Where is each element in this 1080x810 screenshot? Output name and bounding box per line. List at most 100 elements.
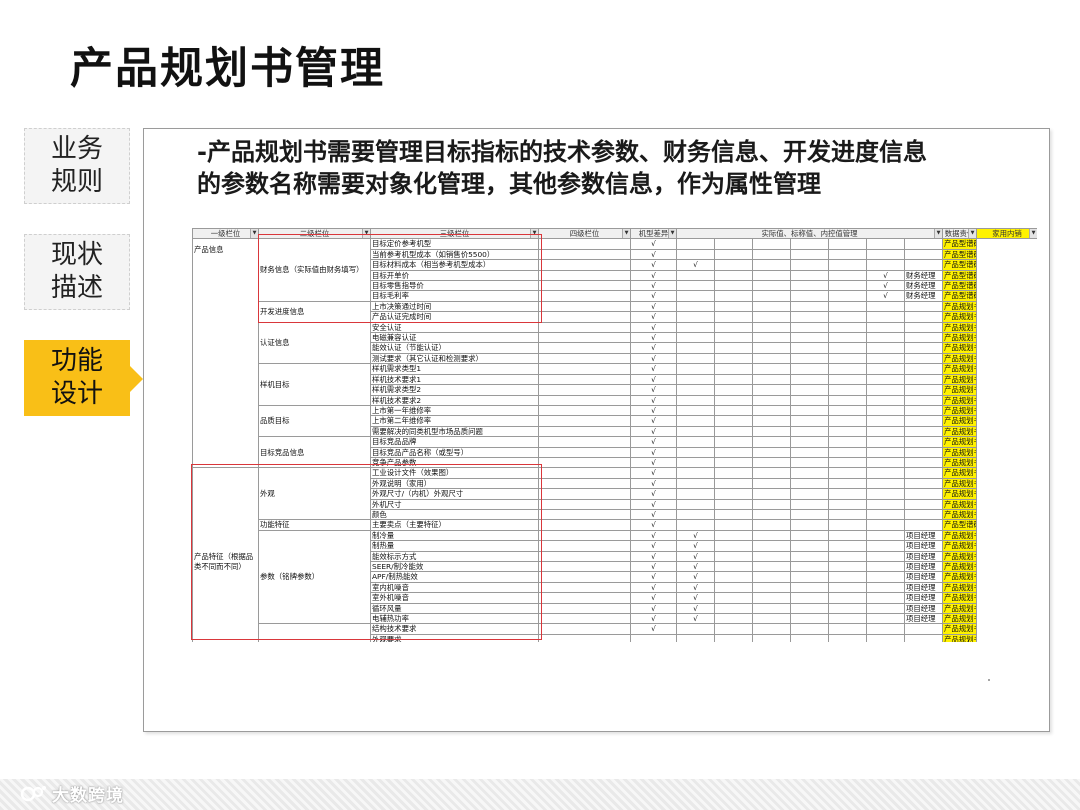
level4-cell[interactable] xyxy=(538,280,631,292)
domestic-sales-cell[interactable]: 产品规划书 xyxy=(942,415,977,427)
data-owner-cell[interactable] xyxy=(904,415,943,427)
domestic-sales-cell[interactable]: 产品规划书 xyxy=(942,404,977,417)
data-owner-cell[interactable] xyxy=(904,259,943,271)
level2-cell[interactable]: 财务信息（实际值由财务填写） xyxy=(258,238,371,302)
value-cell[interactable] xyxy=(866,571,905,583)
value-cell[interactable] xyxy=(714,446,753,458)
value-cell[interactable] xyxy=(752,248,791,261)
value-cell[interactable] xyxy=(828,311,867,323)
value-cell[interactable] xyxy=(828,269,867,282)
filter-dropdown-icon[interactable]: ▼ xyxy=(250,229,258,238)
data-owner-cell[interactable] xyxy=(904,436,943,448)
value-cell[interactable] xyxy=(828,446,867,458)
value-cell[interactable] xyxy=(714,488,753,500)
model-diff-cell[interactable]: √ xyxy=(630,436,677,448)
value-cell[interactable] xyxy=(866,300,905,313)
model-diff-cell[interactable]: √ xyxy=(630,467,677,479)
value-cell[interactable] xyxy=(752,269,791,282)
model-diff-cell[interactable]: √ xyxy=(630,613,677,625)
model-diff-cell[interactable]: √ xyxy=(630,384,677,396)
value-cell[interactable] xyxy=(828,300,867,313)
value-cell[interactable] xyxy=(866,363,905,375)
value-cell[interactable] xyxy=(828,613,867,625)
value-cell[interactable] xyxy=(752,436,791,448)
value-cell[interactable] xyxy=(866,592,905,604)
level3-cell[interactable]: 样机技术要求2 xyxy=(370,394,539,406)
value-cell[interactable] xyxy=(866,581,905,594)
level3-cell[interactable]: 能效标示方式 xyxy=(370,550,539,563)
domestic-sales-cell[interactable]: 产品规划书 xyxy=(942,384,977,396)
level3-cell[interactable]: 目标竞品产品名称（或型号） xyxy=(370,446,539,458)
value-cell[interactable] xyxy=(866,560,905,573)
value-cell[interactable] xyxy=(752,613,791,625)
value-cell[interactable] xyxy=(866,623,905,635)
data-owner-cell[interactable] xyxy=(904,342,943,354)
value-cell[interactable] xyxy=(676,321,715,334)
value-cell[interactable] xyxy=(676,363,715,375)
filter-dropdown-icon[interactable]: ▼ xyxy=(530,229,538,238)
level4-cell[interactable] xyxy=(538,394,631,406)
side-tab-current-status[interactable]: 现状 描述 xyxy=(24,234,130,310)
level3-cell[interactable]: 测试要求（其它认证和检测要求） xyxy=(370,352,539,365)
value-cell[interactable] xyxy=(866,519,905,531)
value-cell[interactable] xyxy=(790,404,829,417)
domestic-sales-cell[interactable]: 产品规划书 xyxy=(942,623,977,635)
level4-cell[interactable] xyxy=(538,269,631,282)
domestic-sales-cell[interactable]: 产品规划书 xyxy=(942,300,977,313)
value-cell[interactable] xyxy=(866,404,905,417)
value-cell[interactable] xyxy=(676,373,715,386)
value-cell[interactable] xyxy=(752,311,791,323)
domestic-sales-cell[interactable]: 产品规划书 xyxy=(942,332,977,344)
value-cell[interactable] xyxy=(714,477,753,490)
value-cell[interactable] xyxy=(752,529,791,542)
level1-cell[interactable]: 产品信息 xyxy=(192,238,259,469)
data-owner-cell[interactable]: 项目经理 xyxy=(904,581,943,594)
filter-dropdown-icon[interactable]: ▼ xyxy=(622,229,630,238)
data-owner-cell[interactable] xyxy=(904,519,943,531)
value-cell[interactable] xyxy=(714,238,753,250)
level3-cell[interactable]: 样机技术要求1 xyxy=(370,373,539,386)
value-cell[interactable] xyxy=(866,467,905,479)
value-cell[interactable] xyxy=(828,259,867,271)
value-cell[interactable] xyxy=(676,488,715,500)
value-cell[interactable] xyxy=(790,269,829,282)
level4-cell[interactable] xyxy=(538,540,631,552)
data-owner-cell[interactable] xyxy=(904,456,943,469)
level4-cell[interactable] xyxy=(538,602,631,615)
level3-cell[interactable]: 工业设计文件（效果图） xyxy=(370,467,539,479)
value-cell[interactable] xyxy=(790,321,829,334)
data-owner-cell[interactable] xyxy=(904,384,943,396)
value-cell[interactable] xyxy=(714,436,753,448)
value-cell[interactable] xyxy=(828,342,867,354)
value-cell[interactable] xyxy=(790,394,829,406)
level3-cell[interactable]: SEER/制冷能效 xyxy=(370,560,539,573)
value-cell[interactable] xyxy=(828,529,867,542)
value-cell[interactable] xyxy=(714,550,753,563)
value-cell[interactable] xyxy=(790,446,829,458)
level2-cell[interactable]: 开发进度信息 xyxy=(258,300,371,323)
level4-cell[interactable] xyxy=(538,456,631,469)
domestic-sales-cell[interactable]: 产品规划书 xyxy=(942,581,977,594)
level4-cell[interactable] xyxy=(538,519,631,531)
header-level1[interactable]: 一级栏位 ▼ xyxy=(192,228,259,240)
domestic-sales-cell[interactable]: 产品规划书 xyxy=(942,633,977,642)
value-cell[interactable] xyxy=(866,321,905,334)
value-cell[interactable] xyxy=(752,623,791,635)
model-diff-cell[interactable]: √ xyxy=(630,456,677,469)
data-owner-cell[interactable]: 项目经理 xyxy=(904,540,943,552)
value-cell[interactable] xyxy=(828,623,867,635)
value-cell[interactable] xyxy=(676,623,715,635)
level3-cell[interactable]: 室外机噪音 xyxy=(370,592,539,604)
value-cell[interactable] xyxy=(752,404,791,417)
value-cell[interactable] xyxy=(676,290,715,302)
value-cell[interactable] xyxy=(790,311,829,323)
value-cell[interactable] xyxy=(676,269,715,282)
level3-cell[interactable]: 外机尺寸 xyxy=(370,498,539,510)
value-cell[interactable] xyxy=(828,592,867,604)
value-cell[interactable] xyxy=(828,602,867,615)
domestic-sales-cell[interactable]: 产品规划书 xyxy=(942,560,977,573)
filter-dropdown-icon[interactable]: ▼ xyxy=(968,229,976,238)
level4-cell[interactable] xyxy=(538,446,631,458)
value-cell[interactable] xyxy=(752,581,791,594)
value-cell[interactable] xyxy=(752,550,791,563)
